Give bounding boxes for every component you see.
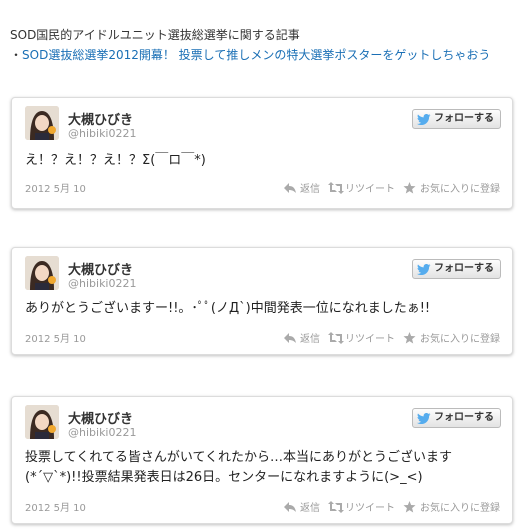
favorite-label: お気に入りに登録 [420, 334, 500, 345]
reply-action[interactable]: 返信 [283, 330, 320, 345]
star-icon [403, 500, 417, 513]
favorite-action[interactable]: お気に入りに登録 [403, 499, 500, 514]
follow-label: フォローする [434, 263, 494, 274]
tweet-actions: 返信 リツイート お気に入りに登録 [283, 180, 500, 195]
tweet-card: 大槻ひびき @hibiki0221 フォローする ありがとうございますー!!。･… [11, 247, 513, 355]
tweet-card: 大槻ひびき @hibiki0221 フォローする 投票してくれてる皆さんがいてく… [11, 396, 513, 524]
tweet-actions: 返信 リツイート お気に入りに登録 [283, 499, 500, 514]
favorite-label: お気に入りに登録 [420, 184, 500, 195]
tweet-footer: 2012 5月 10 返信 リツイート お気に入りに登録 [25, 180, 500, 196]
twitter-bird-icon [417, 263, 431, 275]
user-handle[interactable]: @hibiki0221 [68, 426, 137, 439]
twitter-bird-icon [417, 113, 431, 125]
reply-label: 返信 [300, 503, 320, 514]
related-article-link[interactable]: SOD選抜総選挙2012開幕！ 投票して推しメンの特大選挙ポスターをゲットしちゃ… [22, 48, 490, 62]
tweet-text: ありがとうございますー!!。･ﾟﾟ(ノД`)中間発表一位になれましたぁ!! [25, 299, 501, 319]
reply-action[interactable]: 返信 [283, 499, 320, 514]
tweet-text-line: (*´▽`*)!!投票結果発表日は26日。センターになれますように(>_<) [25, 470, 423, 485]
retweet-label: リツイート [345, 184, 395, 195]
retweet-label: リツイート [345, 503, 395, 514]
tweet-text: 投票してくれてる皆さんがいてくれたから…本当にありがとうございます (*´▽`*… [25, 448, 501, 488]
retweet-icon [328, 331, 344, 344]
star-icon [403, 331, 417, 344]
follow-button[interactable]: フォローする [412, 109, 501, 129]
retweet-action[interactable]: リツイート [328, 180, 395, 195]
tweet-date[interactable]: 2012 5月 10 [25, 499, 86, 514]
favorite-action[interactable]: お気に入りに登録 [403, 180, 500, 195]
tweet-text-line: え！？え！？え！？Σ(￣ロ￣*) [25, 153, 206, 168]
retweet-icon [328, 500, 344, 513]
reply-arrow-icon [283, 501, 297, 513]
retweet-action[interactable]: リツイート [328, 499, 395, 514]
favorite-label: お気に入りに登録 [420, 503, 500, 514]
avatar[interactable] [25, 405, 59, 439]
related-articles-header: SOD国民的アイドルユニット選抜総選挙に関する記事 ・SOD選抜総選挙2012開… [10, 26, 525, 64]
user-name[interactable]: 大槻ひびき [68, 109, 133, 128]
star-icon [403, 181, 417, 194]
favorite-action[interactable]: お気に入りに登録 [403, 330, 500, 345]
reply-label: 返信 [300, 184, 320, 195]
related-article-row: ・SOD選抜総選挙2012開幕！ 投票して推しメンの特大選挙ポスターをゲットしち… [10, 46, 525, 64]
tweet-date[interactable]: 2012 5月 10 [25, 330, 86, 345]
twitter-bird-icon [417, 412, 431, 424]
tweet-footer: 2012 5月 10 返信 リツイート お気に入りに登録 [25, 499, 500, 515]
follow-label: フォローする [434, 412, 494, 423]
follow-button[interactable]: フォローする [412, 408, 501, 428]
avatar[interactable] [25, 106, 59, 140]
user-name[interactable]: 大槻ひびき [68, 259, 133, 278]
avatar[interactable] [25, 256, 59, 290]
follow-label: フォローする [434, 113, 494, 124]
tweet-date[interactable]: 2012 5月 10 [25, 180, 86, 195]
tweet-text-line: ありがとうございますー!!。･ﾟﾟ(ノД`)中間発表一位になれましたぁ!! [25, 301, 431, 316]
bullet: ・ [10, 48, 23, 62]
reply-arrow-icon [283, 182, 297, 194]
retweet-icon [328, 181, 344, 194]
tweet-footer: 2012 5月 10 返信 リツイート お気に入りに登録 [25, 330, 500, 346]
related-articles-title: SOD国民的アイドルユニット選抜総選挙に関する記事 [10, 28, 300, 42]
tweet-actions: 返信 リツイート お気に入りに登録 [283, 330, 500, 345]
reply-action[interactable]: 返信 [283, 180, 320, 195]
tweet-text: え！？え！？え！？Σ(￣ロ￣*) [25, 151, 501, 171]
reply-arrow-icon [283, 332, 297, 344]
tweet-text-line: 投票してくれてる皆さんがいてくれたから…本当にありがとうございます [25, 450, 453, 465]
reply-label: 返信 [300, 334, 320, 345]
tweet-card: 大槻ひびき @hibiki0221 フォローする え！？え！？え！？Σ(￣ロ￣*… [11, 97, 513, 209]
user-name[interactable]: 大槻ひびき [68, 408, 133, 427]
retweet-action[interactable]: リツイート [328, 330, 395, 345]
retweet-label: リツイート [345, 334, 395, 345]
user-handle[interactable]: @hibiki0221 [68, 127, 137, 140]
follow-button[interactable]: フォローする [412, 259, 501, 279]
user-handle[interactable]: @hibiki0221 [68, 277, 137, 290]
